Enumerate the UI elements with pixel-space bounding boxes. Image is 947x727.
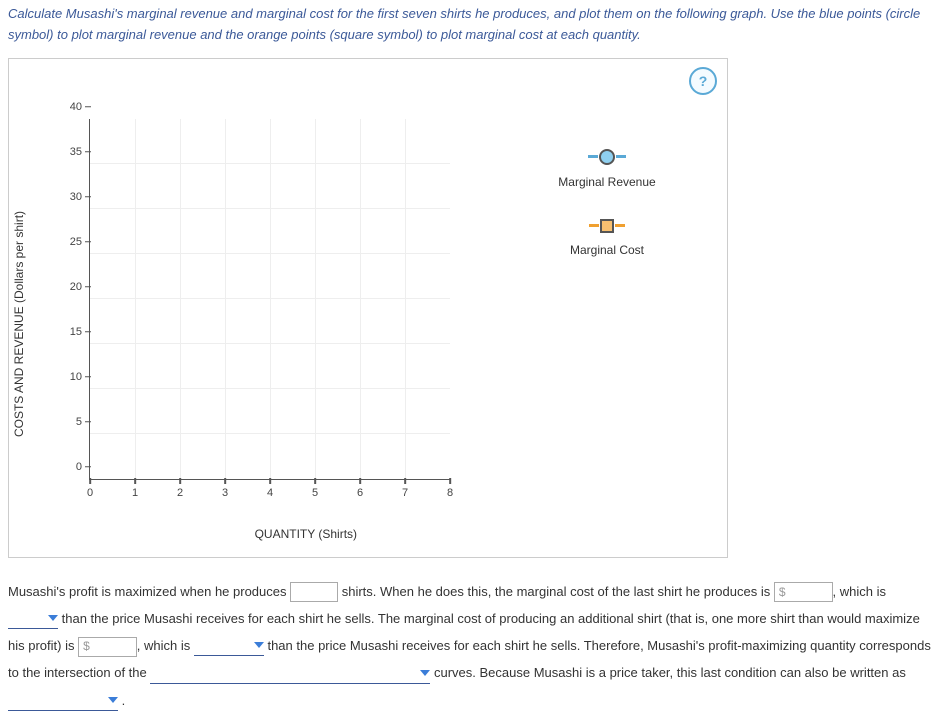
x-tick: 2 (177, 479, 183, 499)
mc-next-input[interactable]: $ (78, 637, 137, 657)
y-tick: 25 (70, 236, 90, 248)
square-icon (527, 219, 687, 233)
x-tick: 3 (222, 479, 228, 499)
instructions-text: Calculate Musashi's marginal revenue and… (8, 4, 939, 46)
y-tick: 5 (76, 416, 90, 428)
x-tick: 0 (87, 479, 93, 499)
answer-paragraph: Musashi's profit is maximized when he pr… (8, 578, 939, 714)
y-tick: 20 (70, 281, 90, 293)
x-axis-label: QUANTITY (Shirts) (255, 527, 357, 541)
circle-icon (527, 149, 687, 165)
answer-text: , which is (833, 584, 886, 599)
y-tick: 40 (70, 101, 90, 113)
legend-label: Marginal Cost (527, 243, 687, 257)
answer-text: , which is (137, 638, 194, 653)
x-tick: 7 (402, 479, 408, 499)
x-tick: 5 (312, 479, 318, 499)
chart-legend: Marginal Revenue Marginal Cost (527, 149, 687, 287)
legend-marginal-revenue[interactable]: Marginal Revenue (527, 149, 687, 189)
x-tick: 8 (447, 479, 453, 499)
y-axis-label: COSTS AND REVENUE (Dollars per shirt) (12, 211, 26, 437)
chevron-down-icon (48, 615, 58, 621)
dollar-icon: $ (79, 634, 94, 659)
chevron-down-icon (420, 670, 430, 676)
chevron-down-icon (108, 697, 118, 703)
answer-text: . (122, 693, 126, 708)
y-tick: 35 (70, 146, 90, 158)
legend-marginal-cost[interactable]: Marginal Cost (527, 219, 687, 257)
x-tick: 4 (267, 479, 273, 499)
legend-label: Marginal Revenue (527, 175, 687, 189)
x-tick: 1 (132, 479, 138, 499)
answer-text: Musashi's profit is maximized when he pr… (8, 584, 290, 599)
y-tick: 10 (70, 371, 90, 383)
graph-panel: ? COSTS AND REVENUE (Dollars per shirt) … (8, 58, 728, 558)
compare-dropdown-1[interactable] (8, 610, 58, 629)
answer-text: shirts. When he does this, the marginal … (342, 584, 774, 599)
quantity-input[interactable] (290, 582, 338, 602)
y-tick: 15 (70, 326, 90, 338)
answer-text: curves. Because Musashi is a price taker… (434, 665, 906, 680)
dollar-icon: $ (775, 580, 790, 605)
plot-region[interactable]: 0 5 10 15 20 25 30 35 40 0 1 2 3 4 5 6 7 (89, 119, 450, 480)
curves-dropdown[interactable] (150, 665, 430, 684)
mc-last-input[interactable]: $ (774, 582, 833, 602)
y-tick: 30 (70, 191, 90, 203)
help-button[interactable]: ? (689, 67, 717, 95)
chart-area[interactable]: COSTS AND REVENUE (Dollars per shirt) 0 … (39, 119, 499, 529)
condition-dropdown[interactable] (8, 692, 118, 711)
compare-dropdown-2[interactable] (194, 637, 264, 656)
y-tick: 0 (76, 461, 90, 473)
x-tick: 6 (357, 479, 363, 499)
chevron-down-icon (254, 642, 264, 648)
